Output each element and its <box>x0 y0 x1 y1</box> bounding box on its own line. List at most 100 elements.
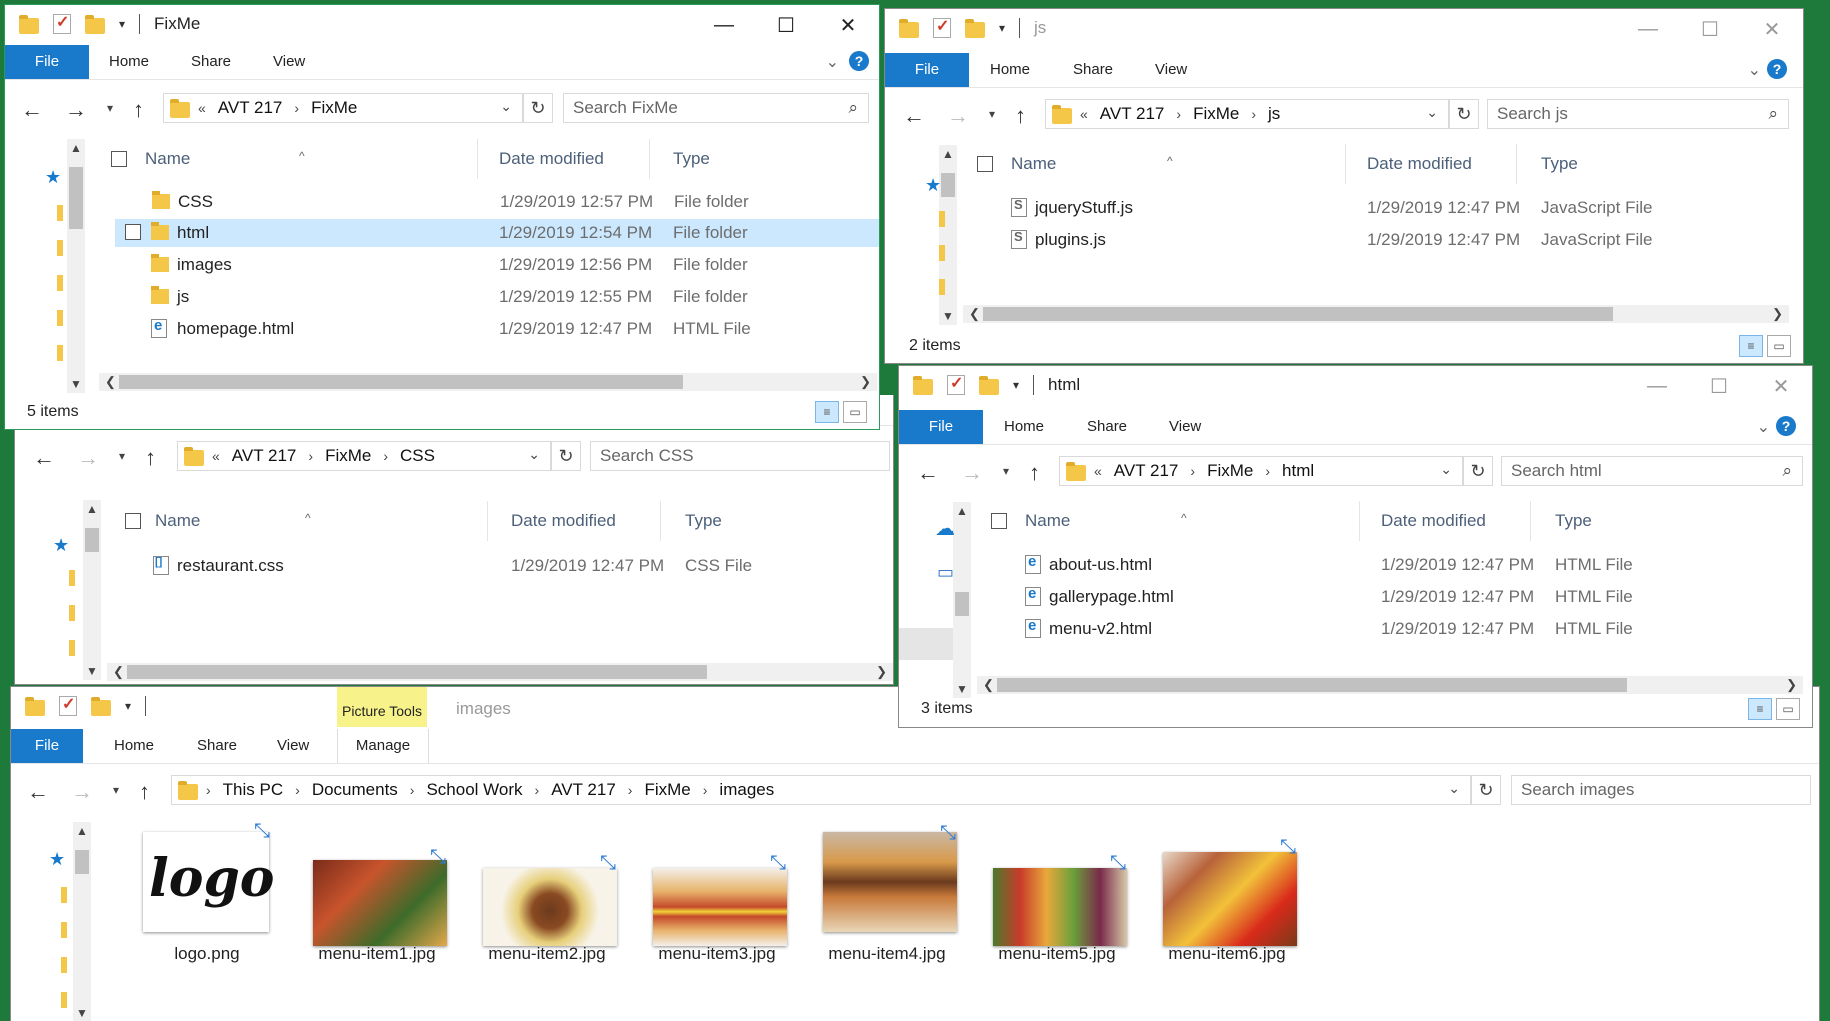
html-nav-scrollbar[interactable]: ▲ ▼ <box>953 502 971 698</box>
images-manage-tab[interactable]: Manage <box>337 729 429 763</box>
scroll-down-icon[interactable]: ▼ <box>86 664 98 678</box>
fixme-address-bar[interactable]: « AVT 217 › FixMe ⌄ <box>163 93 523 123</box>
large-icons-view-icon[interactable]: ▭ <box>1767 335 1791 357</box>
chevron-down-icon[interactable]: ⌄ <box>1448 780 1460 797</box>
scroll-up-icon[interactable]: ▲ <box>70 141 82 155</box>
expand-ribbon-icon[interactable]: ⌄ <box>826 52 839 72</box>
scroll-down-icon[interactable]: ▼ <box>70 377 82 391</box>
scroll-left-icon[interactable]: ❮ <box>113 664 124 680</box>
maximize-button[interactable]: ☐ <box>1679 9 1741 49</box>
large-icons-view-icon[interactable]: ▭ <box>1776 698 1800 720</box>
html-view-tab[interactable]: View <box>1169 410 1201 444</box>
minimize-button[interactable]: — <box>693 5 755 45</box>
file-row[interactable]: menu-v2.html 1/29/2019 12:47 PM HTML Fil… <box>981 615 1801 643</box>
breadcrumb-item[interactable]: html <box>1282 461 1314 481</box>
file-row[interactable]: images 1/29/2019 12:56 PM File folder <box>115 251 879 279</box>
details-view-icon[interactable]: ≡ <box>1748 698 1772 720</box>
file-row[interactable]: homepage.html 1/29/2019 12:47 PM HTML Fi… <box>115 315 879 343</box>
recent-locations-dropdown-icon[interactable]: ▾ <box>119 449 125 463</box>
scroll-thumb[interactable] <box>75 850 89 874</box>
help-icon[interactable]: ? <box>849 51 869 71</box>
breadcrumb-item[interactable]: School Work <box>426 780 522 800</box>
type-column[interactable]: Type <box>1555 511 1592 531</box>
scroll-left-icon[interactable]: ❮ <box>983 677 994 693</box>
close-button[interactable]: ✕ <box>817 5 879 45</box>
scroll-up-icon[interactable]: ▲ <box>76 824 88 838</box>
html-home-tab[interactable]: Home <box>1004 410 1044 444</box>
file-row[interactable]: restaurant.css 1/29/2019 12:47 PM CSS Fi… <box>115 552 885 580</box>
fixme-home-tab[interactable]: Home <box>109 45 149 79</box>
fixme-file-tab[interactable]: File <box>5 45 89 79</box>
scroll-thumb[interactable] <box>119 375 683 389</box>
breadcrumb-item[interactable]: AVT 217 <box>232 446 297 466</box>
back-arrow-icon[interactable]: ← <box>903 103 925 129</box>
breadcrumb-item[interactable]: AVT 217 <box>551 780 616 800</box>
type-column[interactable]: Type <box>673 149 710 169</box>
scroll-thumb[interactable] <box>69 167 83 229</box>
chevron-down-icon[interactable]: ▾ <box>125 699 131 713</box>
scroll-right-icon[interactable]: ❯ <box>1786 677 1797 693</box>
scroll-thumb[interactable] <box>941 173 955 197</box>
js-file-tab[interactable]: File <box>885 53 969 87</box>
date-column[interactable]: Date modified <box>511 511 616 531</box>
recent-locations-dropdown-icon[interactable]: ▾ <box>107 101 113 115</box>
recent-locations-dropdown-icon[interactable]: ▾ <box>989 107 995 121</box>
breadcrumb-item[interactable]: AVT 217 <box>1100 104 1165 124</box>
scroll-right-icon[interactable]: ❯ <box>860 374 871 390</box>
up-arrow-icon[interactable]: ↑ <box>139 779 150 805</box>
new-folder-icon[interactable] <box>91 697 111 716</box>
type-column[interactable]: Type <box>685 511 722 531</box>
css-search-input[interactable]: Search CSS <box>590 441 890 471</box>
file-row[interactable]: gallerypage.html 1/29/2019 12:47 PM HTML… <box>981 583 1801 611</box>
js-view-tab[interactable]: View <box>1155 53 1187 87</box>
images-file-tab[interactable]: File <box>11 729 83 763</box>
date-column[interactable]: Date modified <box>1367 154 1472 174</box>
images-address-bar[interactable]: › This PC › Documents › School Work › AVT 2… <box>171 775 1471 805</box>
scroll-left-icon[interactable]: ❮ <box>969 306 980 322</box>
expand-ribbon-icon[interactable]: ⌄ <box>1748 60 1761 80</box>
scroll-thumb[interactable] <box>85 528 99 552</box>
refresh-button[interactable]: ↻ <box>551 441 581 471</box>
forward-arrow-icon[interactable]: → <box>961 460 983 486</box>
properties-icon[interactable] <box>947 373 965 395</box>
scroll-right-icon[interactable]: ❯ <box>876 664 887 680</box>
scroll-down-icon[interactable]: ▼ <box>956 682 968 696</box>
chevron-down-icon[interactable]: ⌄ <box>528 446 540 463</box>
name-column[interactable]: Name <box>145 149 190 169</box>
new-folder-icon[interactable] <box>979 376 999 395</box>
properties-icon[interactable] <box>59 694 77 716</box>
images-nav-scrollbar[interactable]: ▲ ▼ <box>73 822 91 1021</box>
breadcrumb-item[interactable]: This PC <box>223 780 283 800</box>
select-all-checkbox[interactable] <box>991 513 1007 529</box>
scroll-up-icon[interactable]: ▲ <box>86 502 98 516</box>
scroll-left-icon[interactable]: ❮ <box>105 374 116 390</box>
up-arrow-icon[interactable]: ↑ <box>133 97 144 123</box>
up-arrow-icon[interactable]: ↑ <box>1029 460 1040 486</box>
maximize-button[interactable]: ☐ <box>755 5 817 45</box>
chevron-down-icon[interactable]: ⌄ <box>500 98 512 115</box>
back-arrow-icon[interactable]: ← <box>33 445 55 471</box>
file-row-selected[interactable]: html 1/29/2019 12:54 PM File folder <box>115 219 879 247</box>
js-address-bar[interactable]: « AVT 217 › FixMe › js ⌄ <box>1045 99 1449 129</box>
refresh-button[interactable]: ↻ <box>1471 775 1501 805</box>
help-icon[interactable]: ? <box>1776 416 1796 436</box>
breadcrumb-item[interactable]: js <box>1268 104 1280 124</box>
select-all-checkbox[interactable] <box>125 513 141 529</box>
details-view-icon[interactable]: ≡ <box>1739 335 1763 357</box>
expand-ribbon-icon[interactable]: ⌄ <box>1757 417 1770 437</box>
html-h-scrollbar[interactable]: ❮ ❯ <box>977 676 1803 694</box>
breadcrumb-item[interactable]: FixMe <box>1193 104 1239 124</box>
scroll-thumb[interactable] <box>997 678 1627 692</box>
scroll-down-icon[interactable]: ▼ <box>76 1006 88 1020</box>
scroll-thumb[interactable] <box>955 592 969 616</box>
breadcrumb-item[interactable]: FixMe <box>325 446 371 466</box>
forward-arrow-icon[interactable]: → <box>77 445 99 471</box>
nav-selected-item[interactable] <box>899 628 953 660</box>
js-share-tab[interactable]: Share <box>1073 53 1113 87</box>
back-arrow-icon[interactable]: ← <box>917 460 939 486</box>
fixme-view-tab[interactable]: View <box>273 45 305 79</box>
js-home-tab[interactable]: Home <box>990 53 1030 87</box>
recent-locations-dropdown-icon[interactable]: ▾ <box>113 783 119 797</box>
images-share-tab[interactable]: Share <box>197 729 237 763</box>
chevron-down-icon[interactable]: ▾ <box>999 21 1005 35</box>
